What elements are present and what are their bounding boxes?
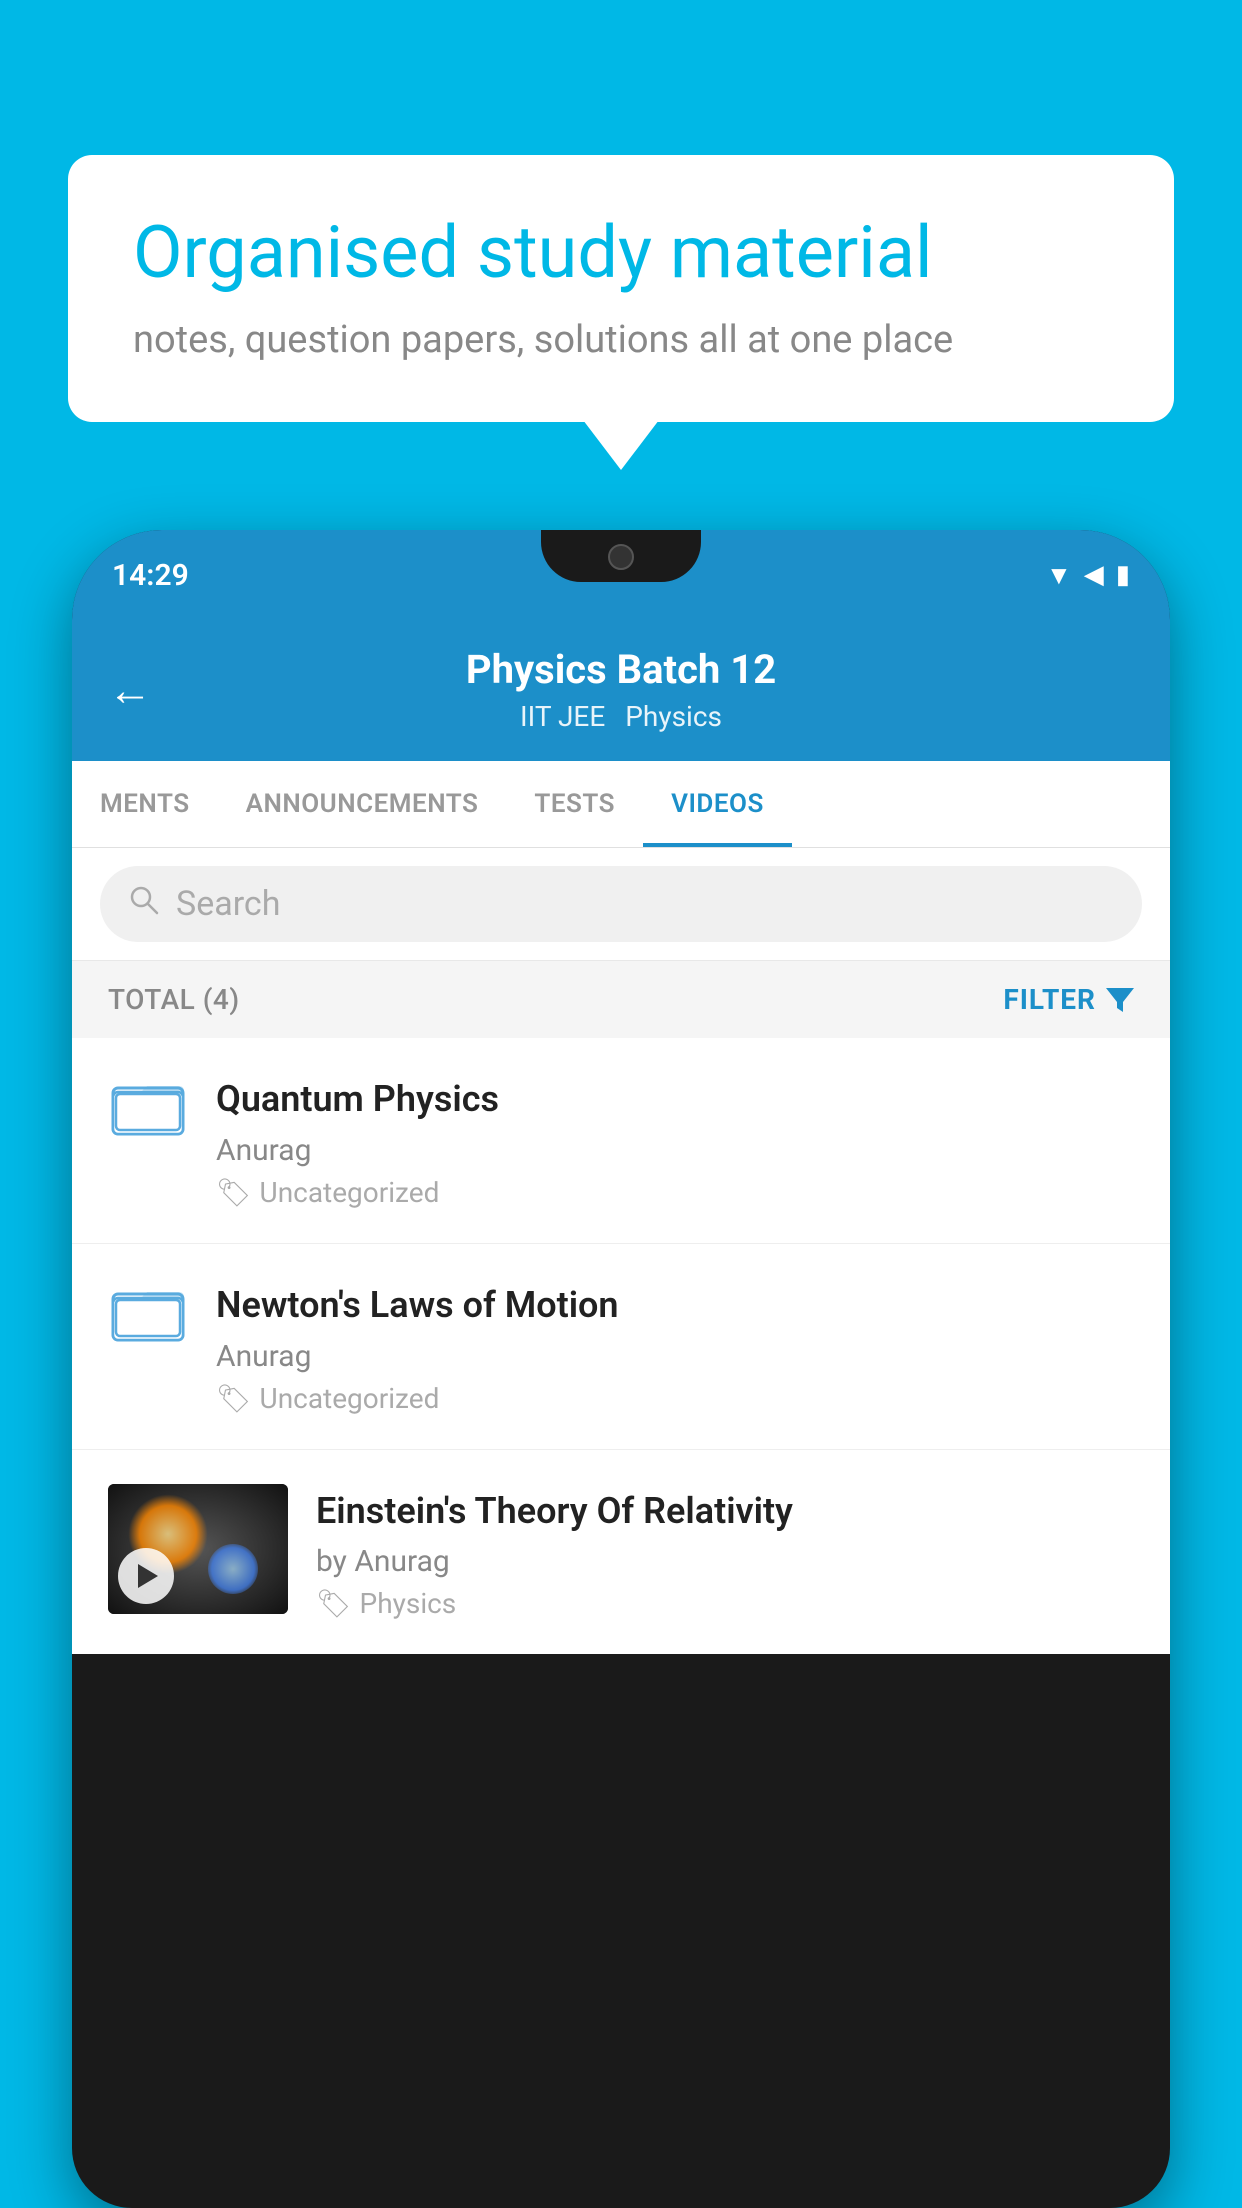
- tab-ments[interactable]: MENTS: [72, 761, 218, 847]
- camera-icon: [608, 544, 634, 570]
- tag-icon: 🏷: [216, 1382, 252, 1415]
- list-item[interactable]: Quantum Physics Anurag 🏷 Uncategorized: [72, 1038, 1170, 1244]
- play-button[interactable]: [118, 1548, 174, 1604]
- speech-bubble-container: Organised study material notes, question…: [68, 155, 1174, 422]
- status-bar: 14:29 ▼ ◀ ▮: [72, 530, 1170, 620]
- video-tag-1: 🏷 Uncategorized: [216, 1176, 1134, 1209]
- filter-button[interactable]: FILTER: [1003, 983, 1134, 1016]
- tab-videos[interactable]: VIDEOS: [643, 761, 792, 847]
- app-header: ← Physics Batch 12 IIT JEE Physics: [72, 620, 1170, 761]
- page-title: Physics Batch 12: [466, 646, 776, 694]
- video-author-3: by Anurag: [316, 1544, 1134, 1579]
- video-thumbnail-3: [108, 1484, 288, 1614]
- search-icon: [128, 884, 160, 924]
- video-author-2: Anurag: [216, 1339, 1134, 1374]
- video-info-3: Einstein's Theory Of Relativity by Anura…: [316, 1484, 1134, 1621]
- wifi-icon: ▼: [1046, 560, 1072, 591]
- tag-iit-jee: IIT JEE: [520, 700, 605, 733]
- video-tag-3: 🏷 Physics: [316, 1587, 1134, 1620]
- video-author-1: Anurag: [216, 1133, 1134, 1168]
- tag-icon: 🏷: [216, 1176, 252, 1209]
- video-list: Quantum Physics Anurag 🏷 Uncategorized: [72, 1038, 1170, 1654]
- video-info-2: Newton's Laws of Motion Anurag 🏷 Uncateg…: [216, 1278, 1134, 1415]
- battery-icon: ▮: [1116, 560, 1130, 590]
- status-icons: ▼ ◀ ▮: [1046, 560, 1130, 591]
- search-bar[interactable]: Search: [100, 866, 1142, 942]
- search-container: Search: [72, 848, 1170, 961]
- list-item[interactable]: Einstein's Theory Of Relativity by Anura…: [72, 1450, 1170, 1655]
- filter-bar: TOTAL (4) FILTER: [72, 961, 1170, 1038]
- video-title-2: Newton's Laws of Motion: [216, 1282, 1134, 1329]
- tab-announcements[interactable]: ANNOUNCEMENTS: [218, 761, 507, 847]
- header-subtitle: IIT JEE Physics: [466, 700, 776, 733]
- video-title-1: Quantum Physics: [216, 1076, 1134, 1123]
- speech-bubble: Organised study material notes, question…: [68, 155, 1174, 422]
- speech-bubble-subtext: notes, question papers, solutions all at…: [133, 318, 1109, 362]
- folder-icon: [111, 1072, 186, 1137]
- signal-icon: ◀: [1084, 560, 1104, 590]
- video-tag-2: 🏷 Uncategorized: [216, 1382, 1134, 1415]
- tab-bar: MENTS ANNOUNCEMENTS TESTS VIDEOS: [72, 761, 1170, 848]
- video-title-3: Einstein's Theory Of Relativity: [316, 1488, 1134, 1535]
- phone-frame: 14:29 ▼ ◀ ▮ ← Physics Batch 12 IIT JEE P…: [72, 530, 1170, 2208]
- back-button[interactable]: ←: [108, 664, 152, 716]
- folder-thumb-1: [108, 1072, 188, 1137]
- list-item[interactable]: Newton's Laws of Motion Anurag 🏷 Uncateg…: [72, 1244, 1170, 1450]
- video-info-1: Quantum Physics Anurag 🏷 Uncategorized: [216, 1072, 1134, 1209]
- tab-tests[interactable]: TESTS: [506, 761, 643, 847]
- tag-icon: 🏷: [316, 1587, 352, 1620]
- phone-notch: [541, 530, 701, 582]
- folder-icon: [111, 1278, 186, 1343]
- search-input[interactable]: Search: [176, 884, 280, 924]
- speech-bubble-heading: Organised study material: [133, 210, 1109, 296]
- tag-physics: Physics: [625, 700, 722, 733]
- folder-thumb-2: [108, 1278, 188, 1343]
- total-count: TOTAL (4): [108, 983, 240, 1016]
